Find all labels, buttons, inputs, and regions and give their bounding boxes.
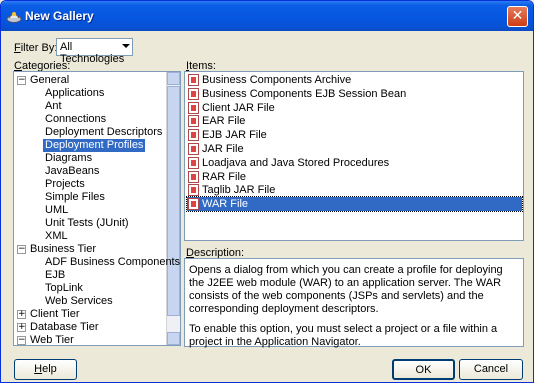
tree-item[interactable]: Connections: [45, 113, 106, 126]
list-item-label: EJB JAR File: [202, 129, 267, 142]
archive-file-icon: [188, 156, 199, 169]
close-icon[interactable]: ✕: [507, 6, 528, 27]
expand-icon[interactable]: +: [17, 310, 26, 319]
list-item-label: EAR File: [202, 115, 246, 128]
list-item-label: JAR File: [202, 143, 244, 155]
list-item-label: Business Components EJB Session Bean: [202, 87, 407, 100]
window-title: New Gallery: [25, 9, 94, 23]
tree-item[interactable]: Business Tier: [30, 243, 96, 256]
list-item-label: WAR File: [202, 198, 249, 211]
expand-icon[interactable]: +: [17, 323, 26, 332]
tree-item[interactable]: TopLink: [45, 282, 83, 295]
tree-item[interactable]: Ant: [45, 100, 62, 113]
archive-file-icon: [188, 74, 199, 86]
list-item[interactable]: RAR File: [187, 170, 522, 184]
tree-item[interactable]: XML: [45, 230, 68, 243]
description-text-1: Opens a dialog from which you can create…: [189, 264, 503, 315]
tree-item[interactable]: Deployment Profiles: [43, 139, 146, 152]
archive-file-icon: [188, 87, 199, 100]
scroll-down-button[interactable]: [167, 332, 180, 345]
tree-item[interactable]: Deployment Descriptors: [45, 126, 162, 139]
categories-tree[interactable]: − General Applications Ant Connections Deploy…: [13, 71, 181, 346]
list-item-label: Client JAR File: [202, 101, 275, 114]
archive-file-icon: [188, 170, 199, 183]
archive-file-icon: [188, 143, 199, 155]
archive-file-icon: [188, 184, 199, 197]
list-item[interactable]: JAR File: [187, 142, 522, 156]
list-item[interactable]: EJB JAR File: [187, 128, 522, 142]
description-text-2: To enable this option, you must select a…: [189, 323, 498, 348]
tree-item[interactable]: Database Tier: [30, 321, 98, 334]
list-item-label: Loadjava and Java Stored Procedures: [202, 156, 390, 169]
collapse-icon[interactable]: −: [17, 336, 26, 345]
scroll-up-button[interactable]: [167, 72, 180, 85]
title-bar[interactable]: New Gallery ✕: [1, 1, 533, 31]
categories-scrollbar[interactable]: [166, 72, 180, 345]
filter-by-select[interactable]: All Technologies: [56, 38, 133, 65]
chevron-down-icon[interactable]: [122, 44, 130, 48]
new-gallery-dialog: New Gallery ✕ Filter By: All Technologie…: [0, 0, 534, 383]
tree-item[interactable]: JavaBeans: [45, 165, 99, 178]
list-item[interactable]: Business Components EJB Session Bean: [187, 87, 522, 101]
filter-by-label: Filter By:: [14, 42, 58, 54]
tree-item[interactable]: Web Tier: [30, 334, 74, 345]
tree-item[interactable]: Unit Tests (JUnit): [45, 217, 129, 230]
archive-file-icon: [188, 115, 199, 128]
tree-item[interactable]: General: [30, 74, 69, 87]
list-item[interactable]: Taglib JAR File: [187, 183, 522, 197]
cancel-button[interactable]: Cancel: [459, 359, 523, 380]
description-panel: Opens a dialog from which you can create…: [184, 258, 524, 348]
tree-item[interactable]: UML: [45, 204, 68, 217]
help-button[interactable]: Help: [14, 359, 77, 380]
tree-item[interactable]: Web Services: [45, 295, 113, 308]
archive-file-icon: [188, 129, 199, 142]
archive-file-icon: [188, 101, 199, 114]
list-item-label: RAR File: [202, 170, 247, 183]
gallery-icon: [6, 12, 22, 23]
tree-item[interactable]: Projects: [45, 178, 85, 191]
collapse-icon[interactable]: −: [17, 76, 26, 85]
list-item[interactable]: Business Components Archive: [187, 73, 522, 87]
list-item-label: Taglib JAR File: [202, 184, 276, 197]
tree-item[interactable]: Simple Files: [45, 191, 105, 204]
tree-item[interactable]: Client Tier: [30, 308, 80, 321]
ok-button[interactable]: OK: [392, 359, 455, 380]
tree-item[interactable]: ADF Business Components: [45, 256, 180, 269]
scrollbar-thumb[interactable]: [167, 86, 180, 316]
tree-item[interactable]: EJB: [45, 269, 65, 282]
list-item[interactable]: WAR File: [186, 196, 523, 213]
tree-item[interactable]: Applications: [45, 87, 104, 100]
list-item[interactable]: Loadjava and Java Stored Procedures: [187, 156, 522, 170]
items-list[interactable]: Business Components Archive Business Comp…: [184, 71, 524, 241]
list-item-label: Business Components Archive: [202, 74, 352, 86]
collapse-icon[interactable]: −: [17, 245, 26, 254]
list-item[interactable]: EAR File: [187, 114, 522, 128]
list-item[interactable]: Client JAR File: [187, 101, 522, 115]
archive-file-icon: [188, 198, 199, 211]
tree-item[interactable]: Diagrams: [45, 152, 92, 165]
